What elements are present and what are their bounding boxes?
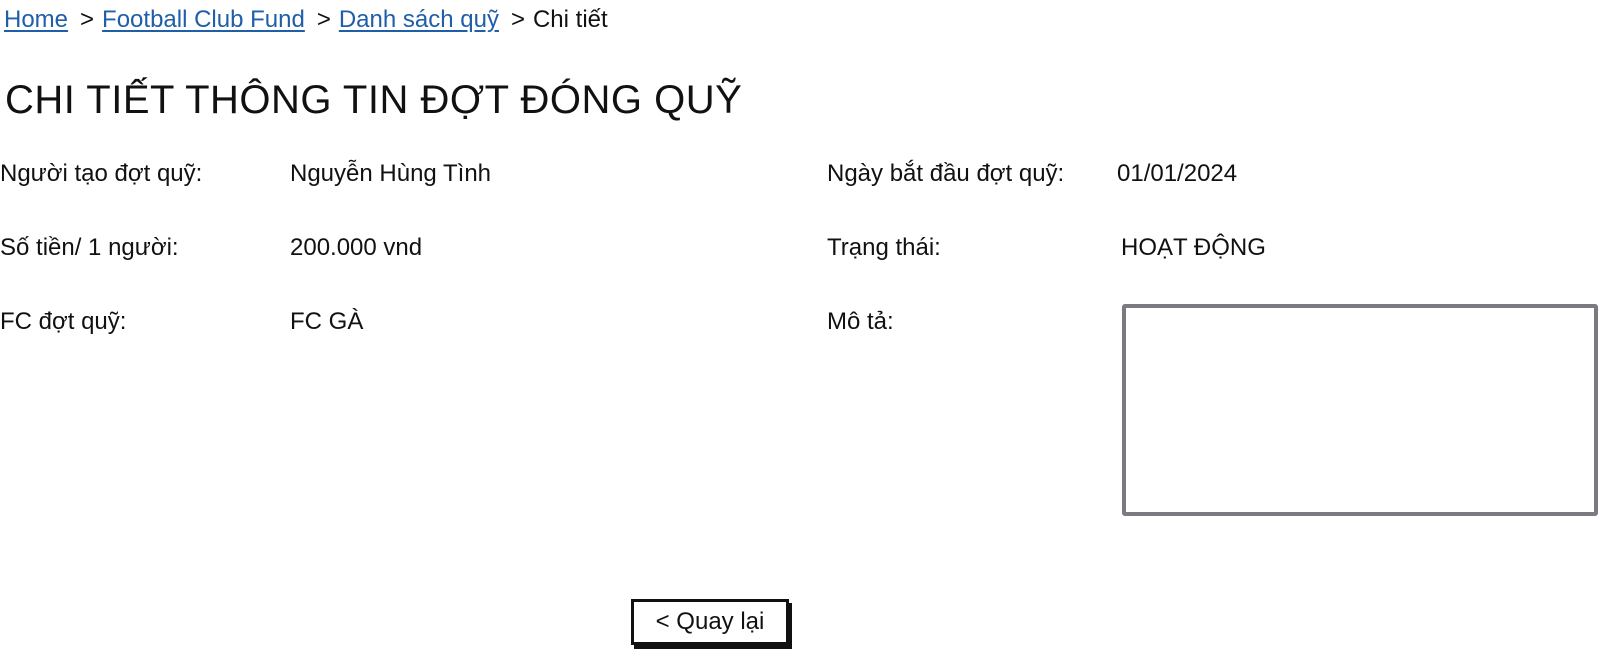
breadcrumb-link-fund-list[interactable]: Danh sách quỹ <box>339 6 499 33</box>
start-date-label: Ngày bắt đầu đợt quỹ: <box>827 160 1065 187</box>
breadcrumb-separator: > <box>316 6 331 33</box>
creator-label: Người tạo đợt quỹ: <box>0 160 203 187</box>
page-title: CHI TIẾT THÔNG TIN ĐỢT ĐÓNG QUỸ <box>5 78 743 122</box>
fc-label: FC đợt quỹ: <box>0 308 127 335</box>
breadcrumb: Home > Football Club Fund > Danh sách quỹ > Ch… <box>4 4 608 36</box>
back-button[interactable]: < Quay lại <box>631 599 789 645</box>
breadcrumb-separator: > <box>80 6 95 33</box>
amount-label: Số tiền/ 1 người: <box>0 234 179 261</box>
creator-value: Nguyễn Hùng Tình <box>290 160 492 187</box>
breadcrumb-current: Chi tiết <box>532 6 608 33</box>
amount-value: 200.000 vnd <box>290 234 423 261</box>
fc-value: FC GÀ <box>290 308 364 335</box>
breadcrumb-separator: > <box>510 6 525 33</box>
description-box <box>1122 304 1598 516</box>
breadcrumb-link-football-club-fund[interactable]: Football Club Fund <box>102 6 305 33</box>
description-label: Mô tả: <box>827 308 894 335</box>
breadcrumb-link-home[interactable]: Home <box>4 6 68 33</box>
status-value: HOẠT ĐỘNG <box>1121 234 1266 261</box>
status-label: Trạng thái: <box>827 234 941 261</box>
start-date-value: 01/01/2024 <box>1117 160 1238 187</box>
